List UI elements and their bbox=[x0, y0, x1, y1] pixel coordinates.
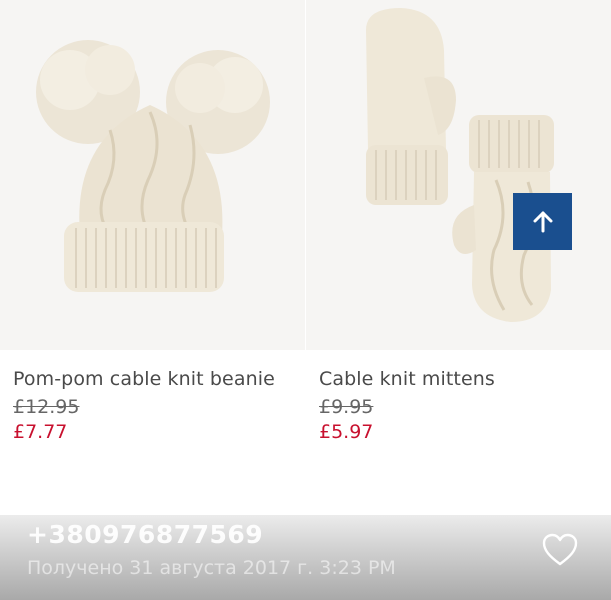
product-title[interactable]: Cable knit mittens bbox=[319, 368, 495, 390]
product-title[interactable]: Pom-pom cable knit beanie bbox=[13, 368, 275, 390]
original-price: £12.95 bbox=[13, 396, 80, 418]
beanie-ribs bbox=[75, 228, 217, 288]
sale-price: £7.77 bbox=[13, 421, 68, 443]
sender-phone: +380976877569 bbox=[27, 520, 264, 549]
mittens-image[interactable] bbox=[306, 0, 611, 350]
sale-price: £5.97 bbox=[319, 421, 374, 443]
heart-icon bbox=[542, 533, 578, 566]
original-price: £9.95 bbox=[319, 396, 374, 418]
beanie-image[interactable] bbox=[0, 0, 305, 350]
product-grid: Pom-pom cable knit beanie £12.95 £7.77 C… bbox=[0, 0, 611, 600]
mitten-left bbox=[366, 8, 456, 205]
back-to-top-button[interactable] bbox=[513, 193, 572, 250]
received-timestamp: Получено 31 августа 2017 г. 3:23 PM bbox=[27, 557, 396, 579]
beanie-brim bbox=[64, 222, 224, 292]
arrow-up-icon bbox=[533, 211, 552, 232]
like-button[interactable] bbox=[541, 532, 579, 568]
